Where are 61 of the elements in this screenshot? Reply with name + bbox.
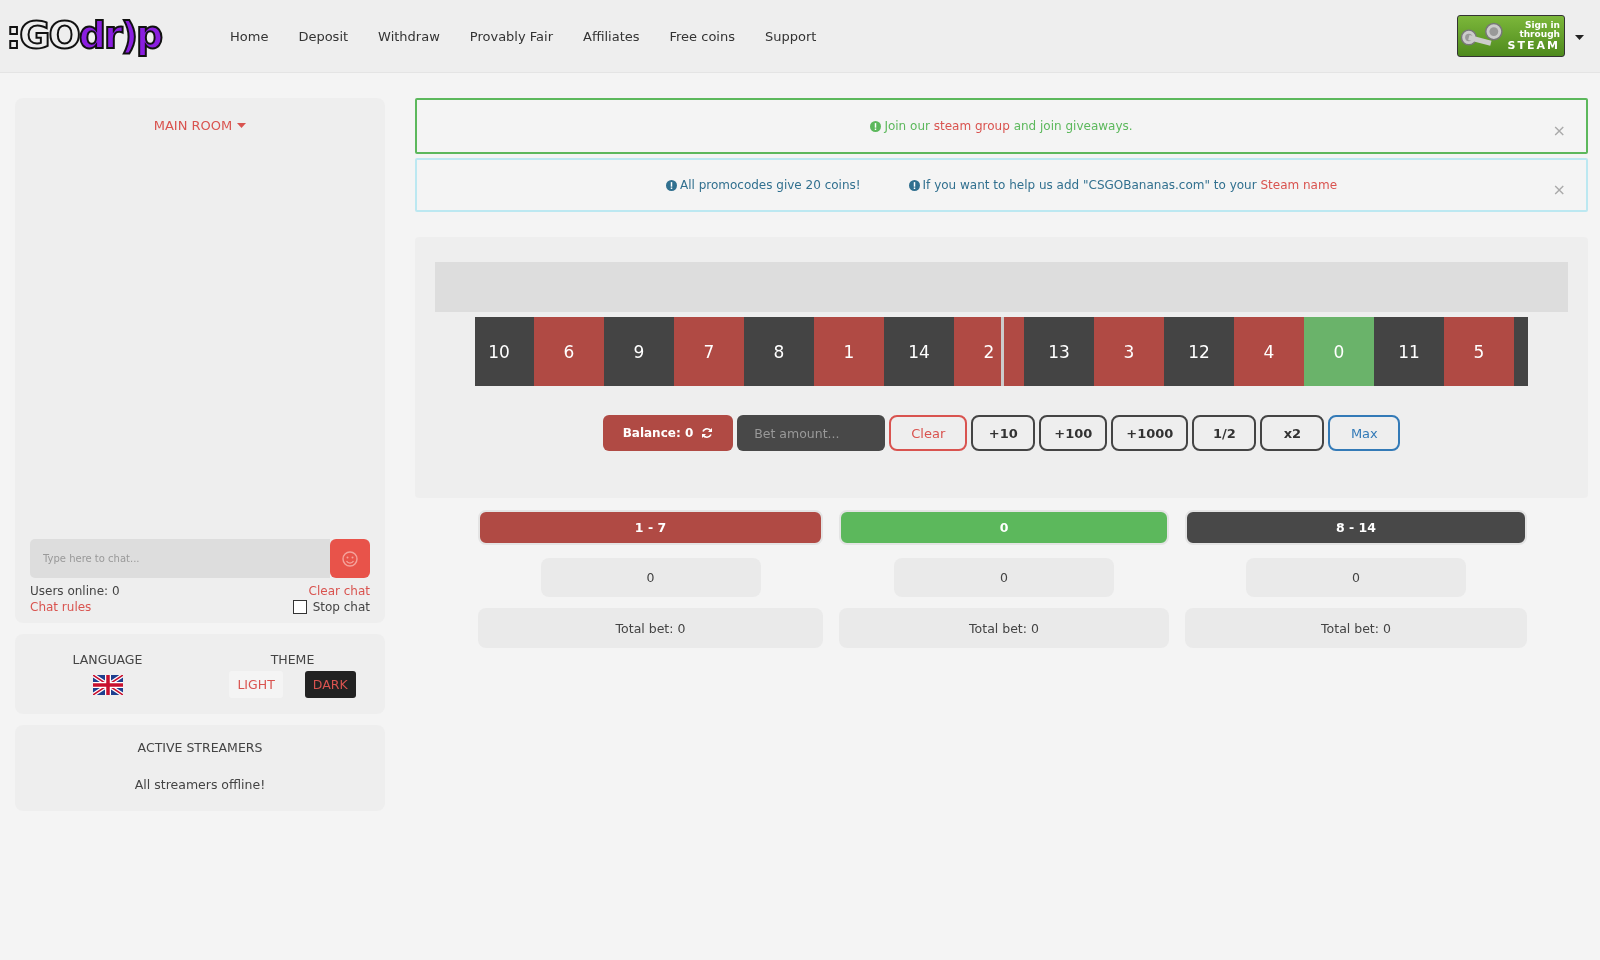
alert-message: All promocodes give 20 coins! [679, 178, 861, 192]
bet-amount: 0 [894, 558, 1114, 597]
bet-color-button[interactable]: 8 - 14 [1185, 510, 1527, 545]
uk-flag-icon[interactable] [92, 675, 123, 695]
roulette-tile: 0 [1304, 317, 1374, 386]
caret-icon [237, 123, 247, 128]
theme-title: THEME [270, 652, 315, 667]
roulette-tile: 7 [674, 317, 744, 386]
info-icon [665, 179, 677, 191]
bet-button[interactable]: +1000 [1111, 415, 1189, 451]
roulette-tile: 2 [954, 317, 1024, 386]
smiley-icon [341, 549, 359, 568]
total-bet: Total bet: 0 [478, 608, 823, 648]
alert-link[interactable]: steam group [933, 119, 1010, 133]
bet-button[interactable]: Max [1328, 415, 1401, 451]
steam-sign-in-button[interactable]: Sign in through STEAM [1457, 15, 1565, 57]
alert-link[interactable]: Steam name [1260, 178, 1338, 192]
bet-button[interactable]: +100 [1039, 415, 1108, 451]
roulette-tile: 1 [814, 317, 884, 386]
bet-amount-field[interactable]: Bet amount... [737, 415, 886, 451]
roulette-tile: 5 [1444, 317, 1514, 386]
streamers-message: All streamers offline! [134, 777, 266, 792]
bet-button[interactable]: x2 [1260, 415, 1325, 451]
stop-chat-label: Stop chat [312, 600, 370, 614]
dropdown-caret-icon [1575, 35, 1584, 40]
roulette-tile: 4 [1234, 317, 1304, 386]
bet-amount: 0 [1246, 558, 1466, 597]
bet-amount: 0 [540, 558, 761, 597]
total-bet: Total bet: 0 [1185, 608, 1527, 648]
bet-button[interactable]: Clear [889, 415, 968, 451]
nav-link[interactable]: Provably Fair [454, 28, 568, 44]
nav-link[interactable]: Withdraw [363, 28, 455, 44]
streamers-title: ACTIVE STREAMERS [137, 740, 263, 755]
roulette-tile: 3 [1094, 317, 1164, 386]
balance-button[interactable]: Balance: 0 [602, 415, 734, 451]
bet-color-button[interactable]: 1 - 7 [478, 510, 823, 545]
chat-rules-link[interactable]: Chat rules [30, 600, 92, 614]
theme-button[interactable]: LIGHT [229, 671, 283, 698]
language-title: LANGUAGE [72, 652, 143, 667]
clear-chat-link[interactable]: Clear chat [308, 584, 370, 598]
roulette-tile: 6 [534, 317, 604, 386]
nav-link[interactable]: Support [750, 28, 832, 44]
nav-link[interactable]: Affiliates [568, 28, 655, 44]
chat-input[interactable]: Type here to chat... [30, 539, 330, 578]
refresh-icon [701, 427, 714, 439]
bet-button[interactable]: +10 [971, 415, 1036, 451]
site-logo[interactable]: :GOdr)p [2, 11, 166, 61]
total-bet: Total bet: 0 [839, 608, 1169, 648]
alert-message: If you want to help us add "CSGOBananas.com" to your Steam name [922, 178, 1338, 192]
room-selector[interactable]: MAIN ROOM [147, 117, 253, 134]
info-icon [870, 120, 882, 132]
nav-link[interactable]: Free coins [654, 28, 750, 44]
roulette-marker [1001, 317, 1004, 386]
theme-button[interactable]: DARK [304, 671, 356, 698]
nav-link[interactable]: Home [215, 28, 284, 44]
alert-message: Join our steam group and join giveaways. [884, 119, 1133, 133]
bet-button[interactable]: 1/2 [1192, 415, 1257, 451]
stop-chat-checkbox[interactable] [292, 600, 307, 614]
users-online: Users online: 0 [30, 584, 120, 598]
nav-link[interactable]: Deposit [283, 28, 364, 44]
info-icon [908, 179, 920, 191]
